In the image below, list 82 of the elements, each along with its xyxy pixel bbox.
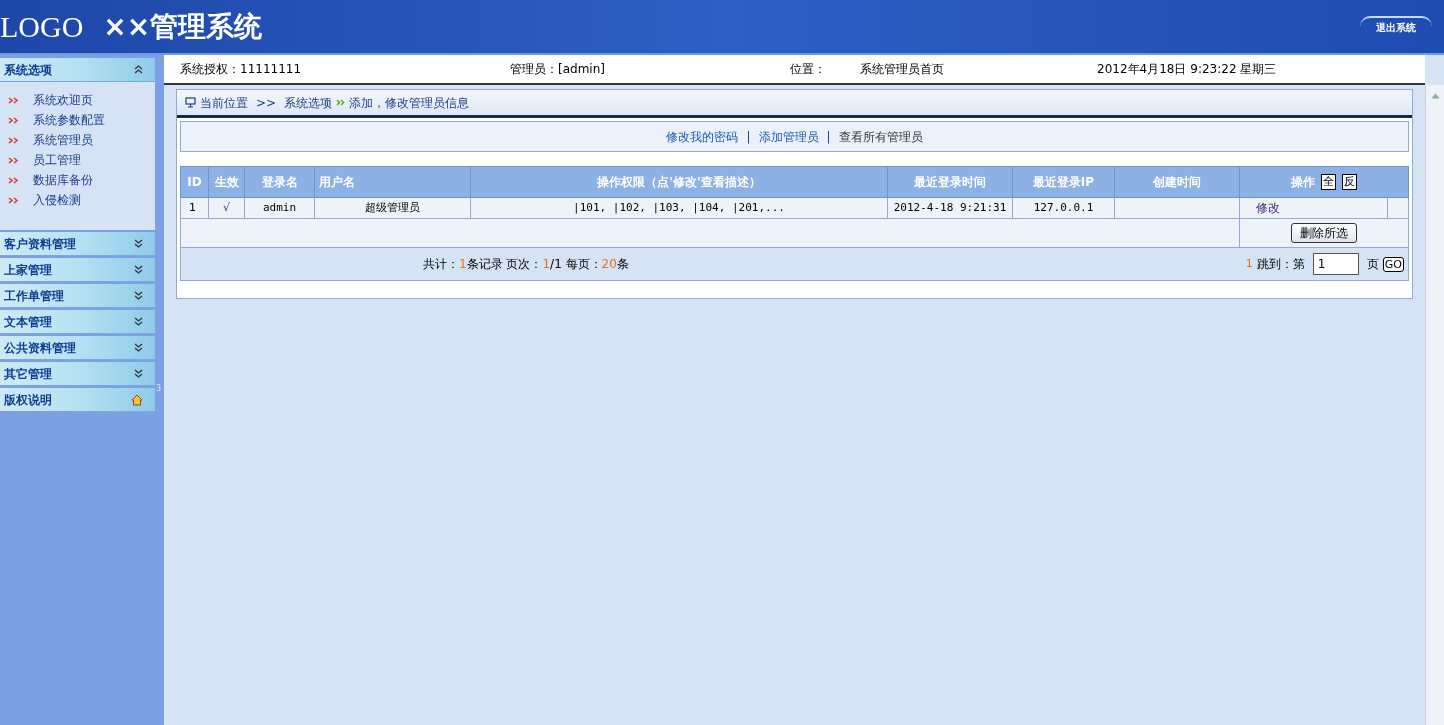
column-label: 操作 [1291,174,1315,191]
section-label: 版权说明 [4,391,52,409]
location-text: 系统管理员首页 [860,61,945,78]
page-input[interactable]: 1 [1312,253,1359,275]
section-label: 系统选项 [4,61,52,79]
breadcrumb-separator: >> [256,94,277,112]
scroll-up-icon [1430,93,1440,99]
splitter-mark: 3 [156,383,162,395]
section-label: 公共资料管理 [4,339,76,357]
chevron-icon [8,156,19,164]
sidebar-section-header[interactable]: 上家管理 [0,258,155,282]
chevron-icon [8,116,19,124]
table-cell: 1 [180,197,209,219]
table-cell: admin [244,197,315,219]
column-header: ID [180,166,209,198]
logo-text: LOGO [0,9,84,45]
go-button[interactable]: GO [1382,256,1404,272]
monitor-icon [185,97,196,108]
expand-icon [134,291,143,300]
chevron-icon [8,96,19,104]
sidebar-link[interactable]: 数据库备份 [33,171,93,189]
expand-icon [134,317,143,326]
expand-icon [134,265,143,274]
sidebar-section-header[interactable]: 文本管理 [0,310,155,334]
chevron-icon [8,196,19,204]
action-link[interactable]: 查看所有管理员 [838,127,923,146]
sidebar-section-header[interactable]: 其它管理 [0,362,155,386]
section-label: 文本管理 [4,313,52,331]
chevron-icon [8,136,19,144]
pager-summary: 共计：1条记录 页次：1/1 每页：20条 [423,256,629,273]
expand-icon [134,369,143,378]
sidebar-link[interactable]: 系统欢迎页 [33,91,93,109]
table-cell: 超级管理员 [314,197,471,219]
action-link[interactable]: 修改我的密码 [666,127,739,146]
section-label: 其它管理 [4,365,52,383]
separator-text: | [826,128,831,146]
sidebar-link[interactable]: 员工管理 [33,151,81,169]
column-header: 最近登录时间 [887,166,1013,198]
table-cell: 2012-4-18 9:21:31 [887,197,1013,219]
column-header: 用户名 [314,166,471,198]
sidebar-section-header[interactable]: 版权说明 [0,388,155,412]
jump-label: 跳到：第 [1256,256,1305,273]
license-text: 系统授权：11111111 [180,61,303,78]
column-header: 创建时间 [1114,166,1240,198]
delete-selected-button[interactable]: 删除所选 [1291,223,1357,243]
datetime-text: 2012年4月18日 9:23:22 星期三 [1097,61,1277,78]
column-header: 登录名 [244,166,315,198]
sidebar-section-header[interactable]: 系统选项 [0,58,155,82]
separator-text: | [746,128,751,146]
table-cell: |101, |102, |103, |104, |201,... [470,197,888,219]
expand-icon [134,239,143,248]
invert-selection-button[interactable]: 反 [1342,174,1357,190]
section-label: 客户资料管理 [4,235,76,253]
select-all-button[interactable]: 全 [1321,174,1336,190]
sidebar-link[interactable]: 系统参数配置 [33,111,105,129]
page-unit: 页 [1366,256,1379,273]
sidebar-link[interactable]: 系统管理员 [33,131,93,149]
sidebar-link[interactable]: 入侵检测 [33,191,81,209]
section-label: 上家管理 [4,261,52,279]
table-cell: 127.0.0.1 [1012,197,1115,219]
table-cell: √ [208,197,245,219]
column-header: 最近登录IP [1012,166,1115,198]
sidebar-section-header[interactable]: 客户资料管理 [0,232,155,256]
sidebar-section-header[interactable]: 工作单管理 [0,284,155,308]
app-title: ××管理系统 [103,8,263,45]
sidebar-section-header[interactable]: 公共资料管理 [0,336,155,360]
chevron-icon [8,176,19,184]
section-label: 工作单管理 [4,287,64,305]
chevron-icon [336,99,346,106]
column-header: 生效 [208,166,245,198]
logout-button[interactable]: 退出系统 [1360,16,1432,37]
admin-text: 管理员：[admin] [510,61,606,78]
breadcrumb-page: 添加，修改管理员信息 [349,94,470,112]
action-link[interactable]: 添加管理员 [758,127,819,146]
home-icon [131,393,143,406]
location-label: 位置： [790,61,827,78]
column-header: 操作权限（点'修改'查看描述） [470,166,888,198]
collapse-icon [134,65,143,74]
current-page: 1 [1245,255,1253,272]
breadcrumb-current: 当前位置 [200,94,248,112]
expand-icon [134,343,143,352]
breadcrumb-link[interactable]: 系统选项 [284,93,333,112]
